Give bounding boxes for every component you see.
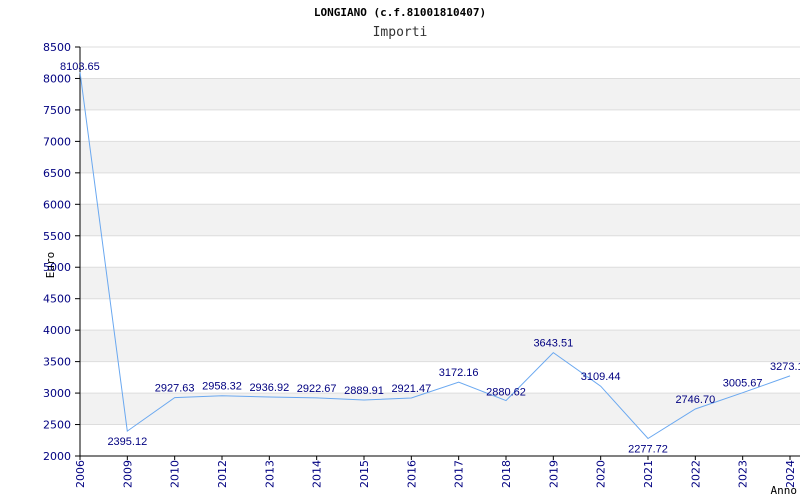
data-label: 2921.47 [391,383,431,395]
y-tick-label: 7000 [43,135,71,148]
background-band [80,330,800,362]
x-tick-label: 2020 [595,460,608,488]
x-tick-label: 2023 [737,460,750,488]
x-tick-labels: 2006 2009 2010 2012 2013 2014 2015 2016 2017 2018… [74,456,797,488]
y-tick-label: 4000 [43,324,71,337]
data-label: 2395.12 [107,436,147,448]
x-tick-label: 2014 [311,460,324,488]
data-label: 8103.65 [60,61,100,73]
x-tick-label: 2015 [358,460,371,488]
y-tick-label: 8500 [43,41,71,54]
x-tick-label: 2009 [121,460,134,488]
chart-subtitle: Importi [372,25,428,40]
data-label: 2958.32 [202,381,242,393]
x-tick-label: 2010 [169,460,182,488]
y-tick-label: 3000 [43,387,71,400]
data-label: 3005.67 [723,378,763,390]
x-tick-label: 2006 [74,460,87,488]
y-axis-label: Euro [44,252,57,279]
y-tick-label: 8000 [43,72,71,85]
y-tick-label: 6000 [43,198,71,211]
x-tick-label: 2016 [405,460,418,488]
x-tick-label: 2022 [689,460,702,488]
y-tick-label: 4500 [43,293,71,306]
x-tick-label: 2013 [263,460,276,488]
data-label: 3273.1 [770,361,800,373]
x-tick-label: 2019 [547,460,560,488]
chart-title: LONGIANO (c.f.81001810407) [313,6,487,19]
line-chart: 2000250030003500400045005000550060006500… [43,41,800,497]
data-label: 2936.92 [249,382,289,394]
x-tick-label: 2017 [453,460,466,488]
background-band [80,78,800,110]
data-label: 3109.44 [581,371,621,383]
data-label: 2746.70 [675,394,715,406]
x-tick-label: 2021 [642,460,655,488]
data-label: 2927.63 [155,383,195,395]
y-tick-label: 7500 [43,104,71,117]
data-label: 2889.91 [344,385,384,397]
background-band [80,267,800,299]
y-tick-label: 3500 [43,356,71,369]
y-tick-label: 2000 [43,450,71,463]
background-band [80,141,800,173]
data-label: 3643.51 [533,338,573,350]
data-label: 2277.72 [628,444,668,456]
x-axis-label: Anno [771,484,798,497]
x-tick-label: 2018 [500,460,513,488]
data-label: 2922.67 [297,383,337,395]
x-tick-label: 2012 [216,460,229,488]
data-label: 3172.16 [439,367,479,379]
y-tick-label: 5500 [43,230,71,243]
chart-container: 2000 2500 3000 3500 4000 4500 5000 5500 6000 6500… [0,0,800,500]
background-band [80,204,800,236]
data-label: 2880.62 [486,387,526,399]
y-tick-label: 6500 [43,167,71,180]
y-tick-label: 2500 [43,419,71,432]
